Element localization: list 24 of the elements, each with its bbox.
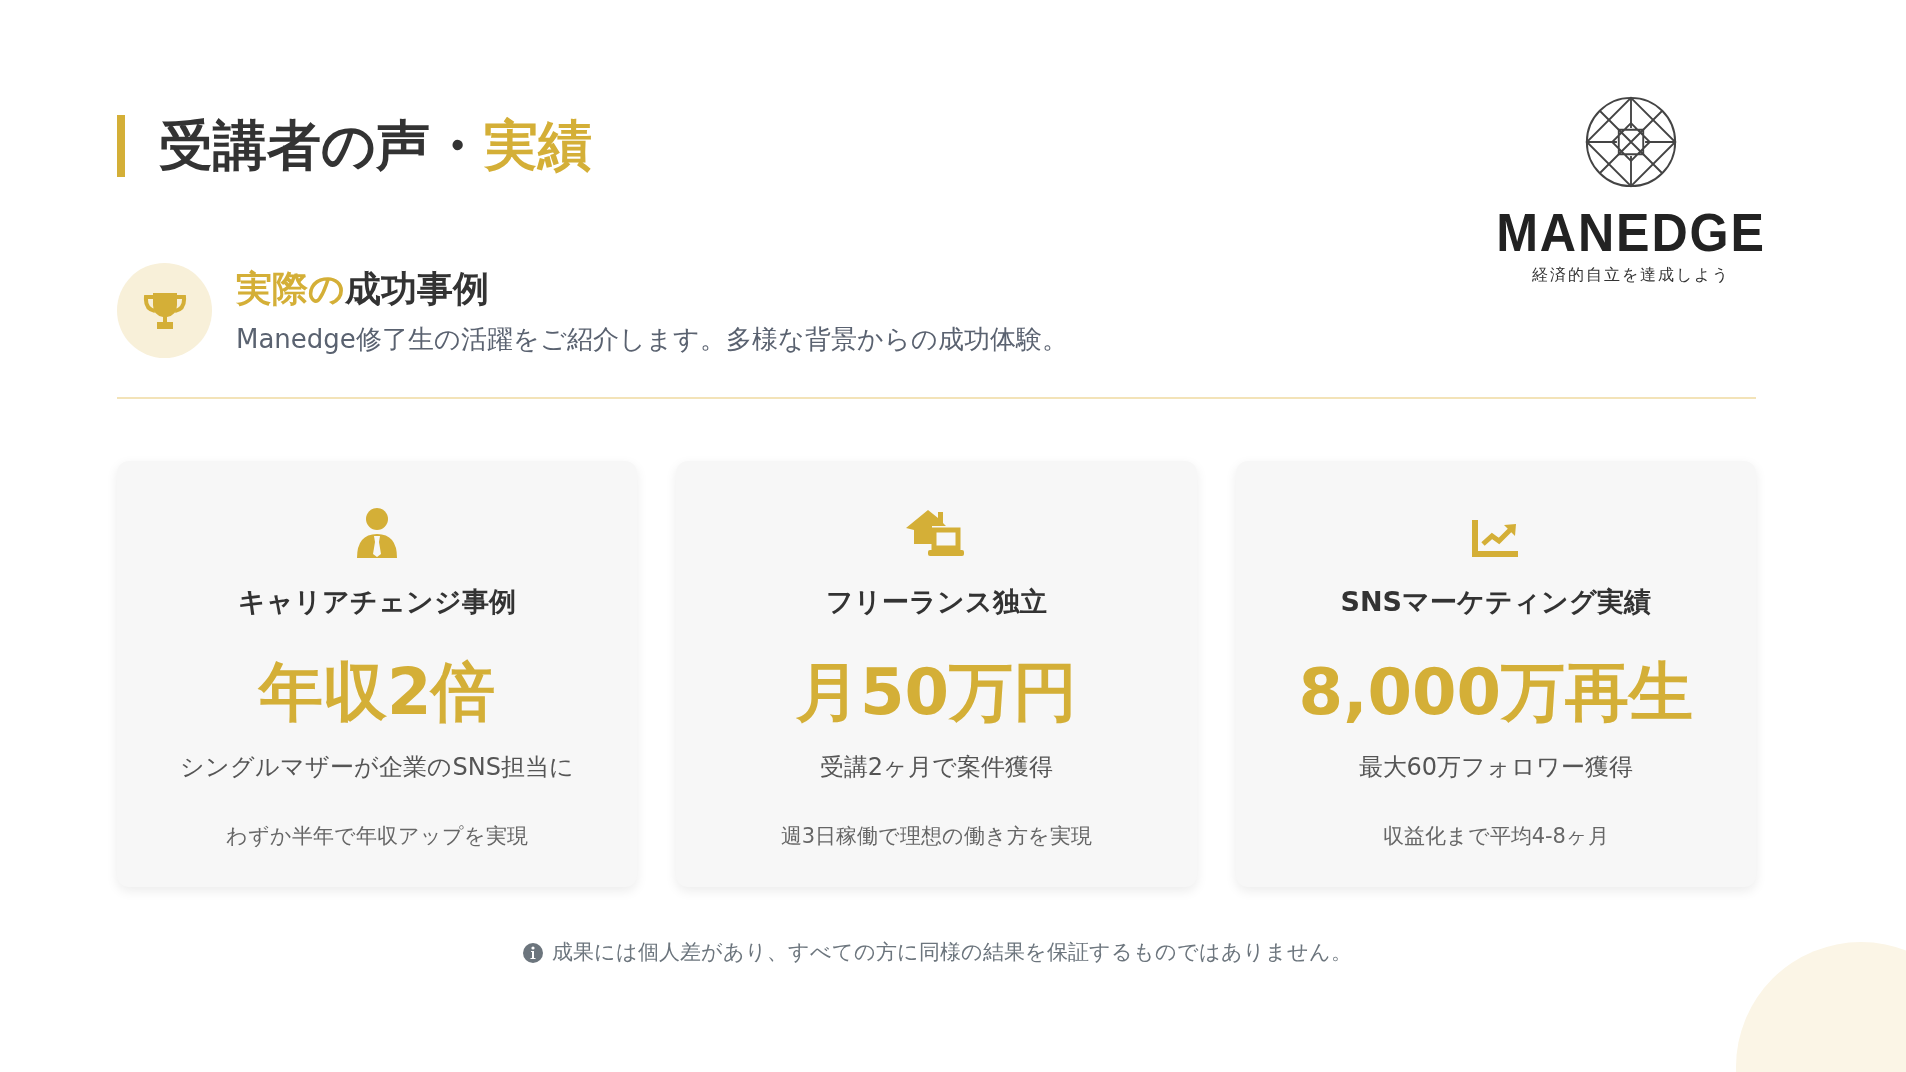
disclaimer-text: 成果には個人差があり、すべての方に同様の結果を保証するものではありません。 — [551, 939, 1352, 966]
card-detail: わずか半年で年収アップを実現 — [226, 822, 529, 850]
card-summary: シングルマザーが企業のSNS担当に — [180, 751, 574, 783]
card-title: キャリアチェンジ事例 — [238, 585, 517, 619]
card-figure: 月50万円 — [795, 656, 1077, 727]
house-laptop-icon — [906, 508, 967, 558]
card-detail: 収益化まで平均4-8ヶ月 — [1382, 822, 1609, 850]
info-icon — [521, 941, 544, 964]
card-title: フリーランス独立 — [826, 585, 1047, 619]
card-summary: 受講2ヶ月で案件獲得 — [819, 751, 1054, 783]
card-summary: 最大60万フォロワー獲得 — [1358, 751, 1634, 783]
logo-wordmark: MANEDGE — [1496, 205, 1766, 259]
trophy-icon — [142, 290, 187, 331]
section-heading: 実際の成功事例 — [236, 267, 490, 311]
logo-emblem-icon — [1584, 95, 1678, 189]
chart-icon — [1471, 518, 1520, 558]
person-icon — [355, 508, 400, 558]
card-figure: 8,000万再生 — [1298, 656, 1694, 727]
card-detail: 週3日稼働で理想の働き方を実現 — [780, 822, 1093, 850]
card-title: SNSマーケティング実績 — [1340, 585, 1652, 619]
section-description: Manedge修了生の活躍をご紹介します。多様な背景からの成功体験。 — [236, 323, 1068, 356]
card-figure: 年収2倍 — [258, 656, 496, 727]
logo-tagline: 経済的自立を達成しよう — [1532, 264, 1730, 286]
page-title: 受講者の声・実績 — [117, 115, 592, 178]
